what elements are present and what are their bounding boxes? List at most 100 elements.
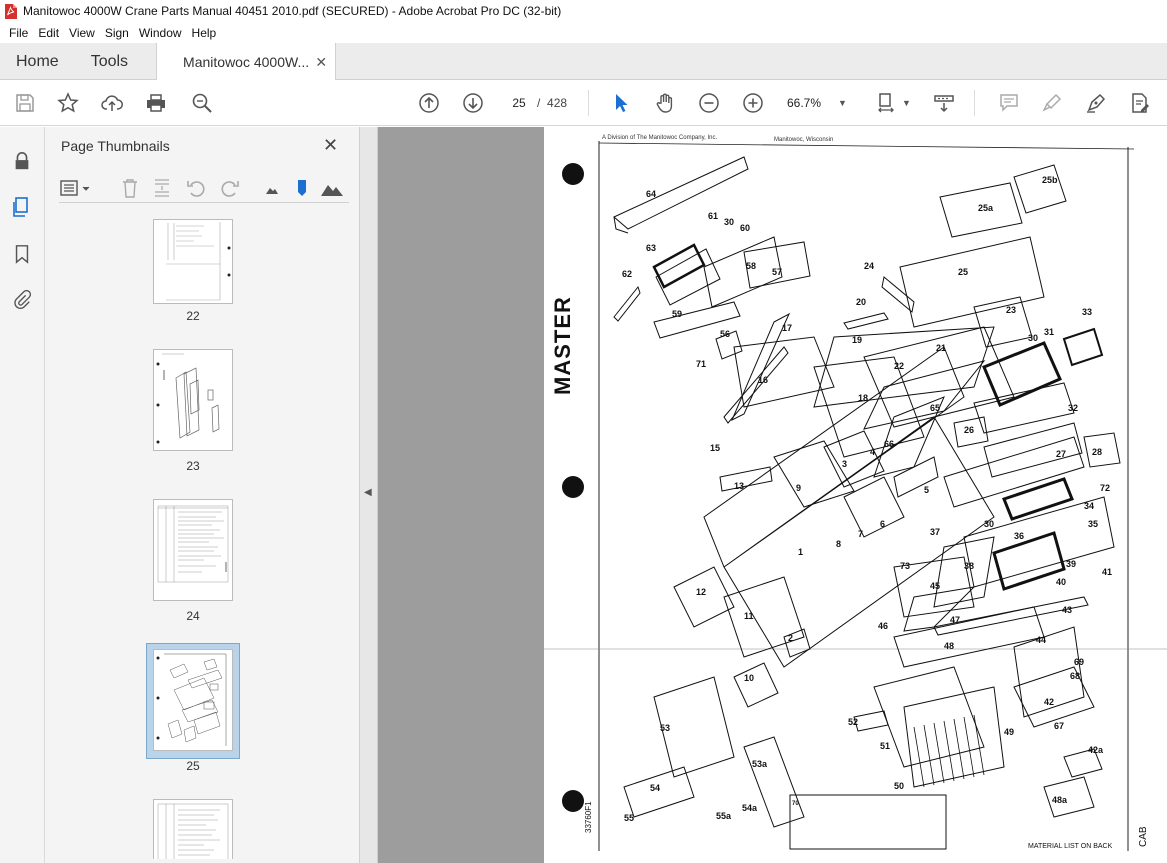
callout-53: 53	[660, 723, 671, 733]
callout-20: 20	[856, 297, 867, 307]
thumbnail-label-22: 22	[186, 309, 200, 323]
callout-63: 63	[646, 243, 657, 253]
callout-51: 51	[880, 741, 891, 751]
delete-page-icon[interactable]	[119, 177, 141, 199]
callout-57: 57	[772, 267, 783, 277]
rotate-clockwise-icon[interactable]	[219, 177, 241, 199]
edit-document-icon[interactable]	[1128, 91, 1152, 115]
select-cursor-icon[interactable]	[609, 91, 633, 115]
callout-66: 66	[884, 439, 895, 449]
thumbnail-list[interactable]: 22 23 24 25	[55, 219, 343, 859]
next-page-icon[interactable]	[461, 91, 485, 115]
page-separator: /	[537, 96, 541, 110]
zoom-search-icon[interactable]	[190, 91, 214, 115]
callout-36: 36	[1014, 531, 1025, 541]
menu-edit[interactable]: Edit	[33, 26, 64, 40]
callout-68: 68	[1070, 671, 1081, 681]
callout-5: 5	[924, 485, 930, 495]
callout-73: 73	[900, 561, 911, 571]
callout-59: 59	[672, 309, 683, 319]
print-icon[interactable]	[144, 91, 168, 115]
page-23-preview	[156, 353, 220, 444]
callout-71: 71	[696, 359, 707, 369]
callout-17: 17	[782, 323, 793, 333]
close-tab-icon[interactable]: ✕	[315, 54, 327, 71]
callout-30c: 30	[984, 519, 995, 529]
previous-page-icon[interactable]	[417, 91, 441, 115]
collapse-panel-icon[interactable]: ◀	[364, 487, 372, 498]
toolbar-divider	[974, 90, 975, 116]
lock-icon[interactable]	[10, 149, 34, 173]
callout-47: 47	[950, 615, 961, 625]
document-viewer[interactable]: A Division of The Manitowoc Company, Inc…	[378, 127, 1167, 863]
scroll-mode-icon[interactable]	[932, 91, 956, 115]
zoom-out-icon[interactable]	[697, 91, 721, 115]
comment-icon[interactable]	[997, 91, 1021, 115]
bookmark-star-icon[interactable]	[56, 91, 80, 115]
extract-page-icon[interactable]	[151, 177, 173, 199]
thumbnail-options-icon[interactable]	[59, 177, 93, 199]
tab-tools[interactable]: Tools	[75, 43, 144, 80]
callout-69: 69	[1074, 657, 1085, 667]
menu-bar: File Edit View Sign Window Help	[0, 22, 1167, 43]
zoom-dropdown-icon[interactable]: ▼	[838, 92, 847, 114]
pdf-file-icon	[5, 3, 17, 19]
close-panel-icon[interactable]: ✕	[323, 135, 338, 156]
callout-41: 41	[1102, 567, 1113, 577]
callout-25: 25	[958, 267, 969, 277]
callout-64: 64	[646, 189, 657, 199]
callout-58: 58	[746, 261, 757, 271]
callout-34: 34	[1084, 501, 1095, 511]
thumbnail-size-slider-icon[interactable]	[291, 177, 313, 199]
callout-30: 30	[724, 217, 735, 227]
thumbnail-size-small-icon[interactable]	[261, 177, 283, 199]
callout-48: 48	[944, 641, 955, 651]
toolbar: 25 / 428 66.7% ▼ ▼	[0, 80, 1167, 126]
menu-window[interactable]: Window	[134, 26, 187, 40]
highlight-pen-icon[interactable]	[1040, 91, 1064, 115]
thumbnail-page-25[interactable]	[153, 649, 233, 751]
callout-24: 24	[864, 261, 875, 271]
fit-page-icon[interactable]	[876, 91, 900, 115]
menu-help[interactable]: Help	[187, 26, 222, 40]
fit-dropdown-icon[interactable]: ▼	[902, 92, 911, 114]
panel-collapse-divider[interactable]: ◀	[360, 127, 378, 863]
callout-11: 11	[744, 611, 754, 621]
callout-46: 46	[878, 621, 889, 631]
zoom-in-icon[interactable]	[741, 91, 765, 115]
total-pages: / 428	[537, 92, 567, 114]
callout-3: 3	[842, 459, 848, 469]
bookmarks-icon[interactable]	[10, 242, 34, 266]
attachments-paperclip-icon[interactable]	[10, 287, 34, 311]
thumbnail-page-23[interactable]	[153, 349, 233, 451]
callout-54: 54	[650, 783, 661, 793]
tab-home[interactable]: Home	[0, 43, 75, 80]
hand-tool-icon[interactable]	[653, 91, 677, 115]
save-icon[interactable]	[13, 91, 37, 115]
menu-sign[interactable]: Sign	[100, 26, 134, 40]
thumbnail-size-large-icon[interactable]	[319, 177, 345, 199]
tab-document[interactable]: Manitowoc 4000W... ✕	[156, 43, 337, 81]
callout-48a: 48a	[1052, 795, 1068, 805]
callout-55: 55	[624, 813, 635, 823]
callout-13: 13	[734, 481, 745, 491]
page-thumbnails-icon[interactable]	[10, 195, 34, 219]
thumbnail-page-24[interactable]	[153, 499, 233, 601]
zoom-level[interactable]: 66.7%	[787, 92, 835, 114]
current-page-input[interactable]: 25	[506, 92, 532, 114]
sign-pen-icon[interactable]	[1084, 91, 1108, 115]
menu-view[interactable]: View	[64, 26, 100, 40]
thumbnail-page-22[interactable]	[153, 219, 233, 304]
thumbnail-page-26[interactable]	[153, 799, 233, 859]
toolbar-divider	[588, 90, 589, 116]
menu-file[interactable]: File	[4, 26, 33, 40]
callout-16: 16	[758, 375, 769, 385]
callout-30b: 30	[1028, 333, 1039, 343]
callout-22: 22	[894, 361, 905, 371]
rotate-counterclockwise-icon[interactable]	[185, 177, 207, 199]
callout-43: 43	[1062, 605, 1073, 615]
callout-23: 23	[1006, 305, 1017, 315]
callout-33: 33	[1082, 307, 1093, 317]
callout-52: 52	[848, 717, 859, 727]
upload-cloud-icon[interactable]	[100, 91, 124, 115]
